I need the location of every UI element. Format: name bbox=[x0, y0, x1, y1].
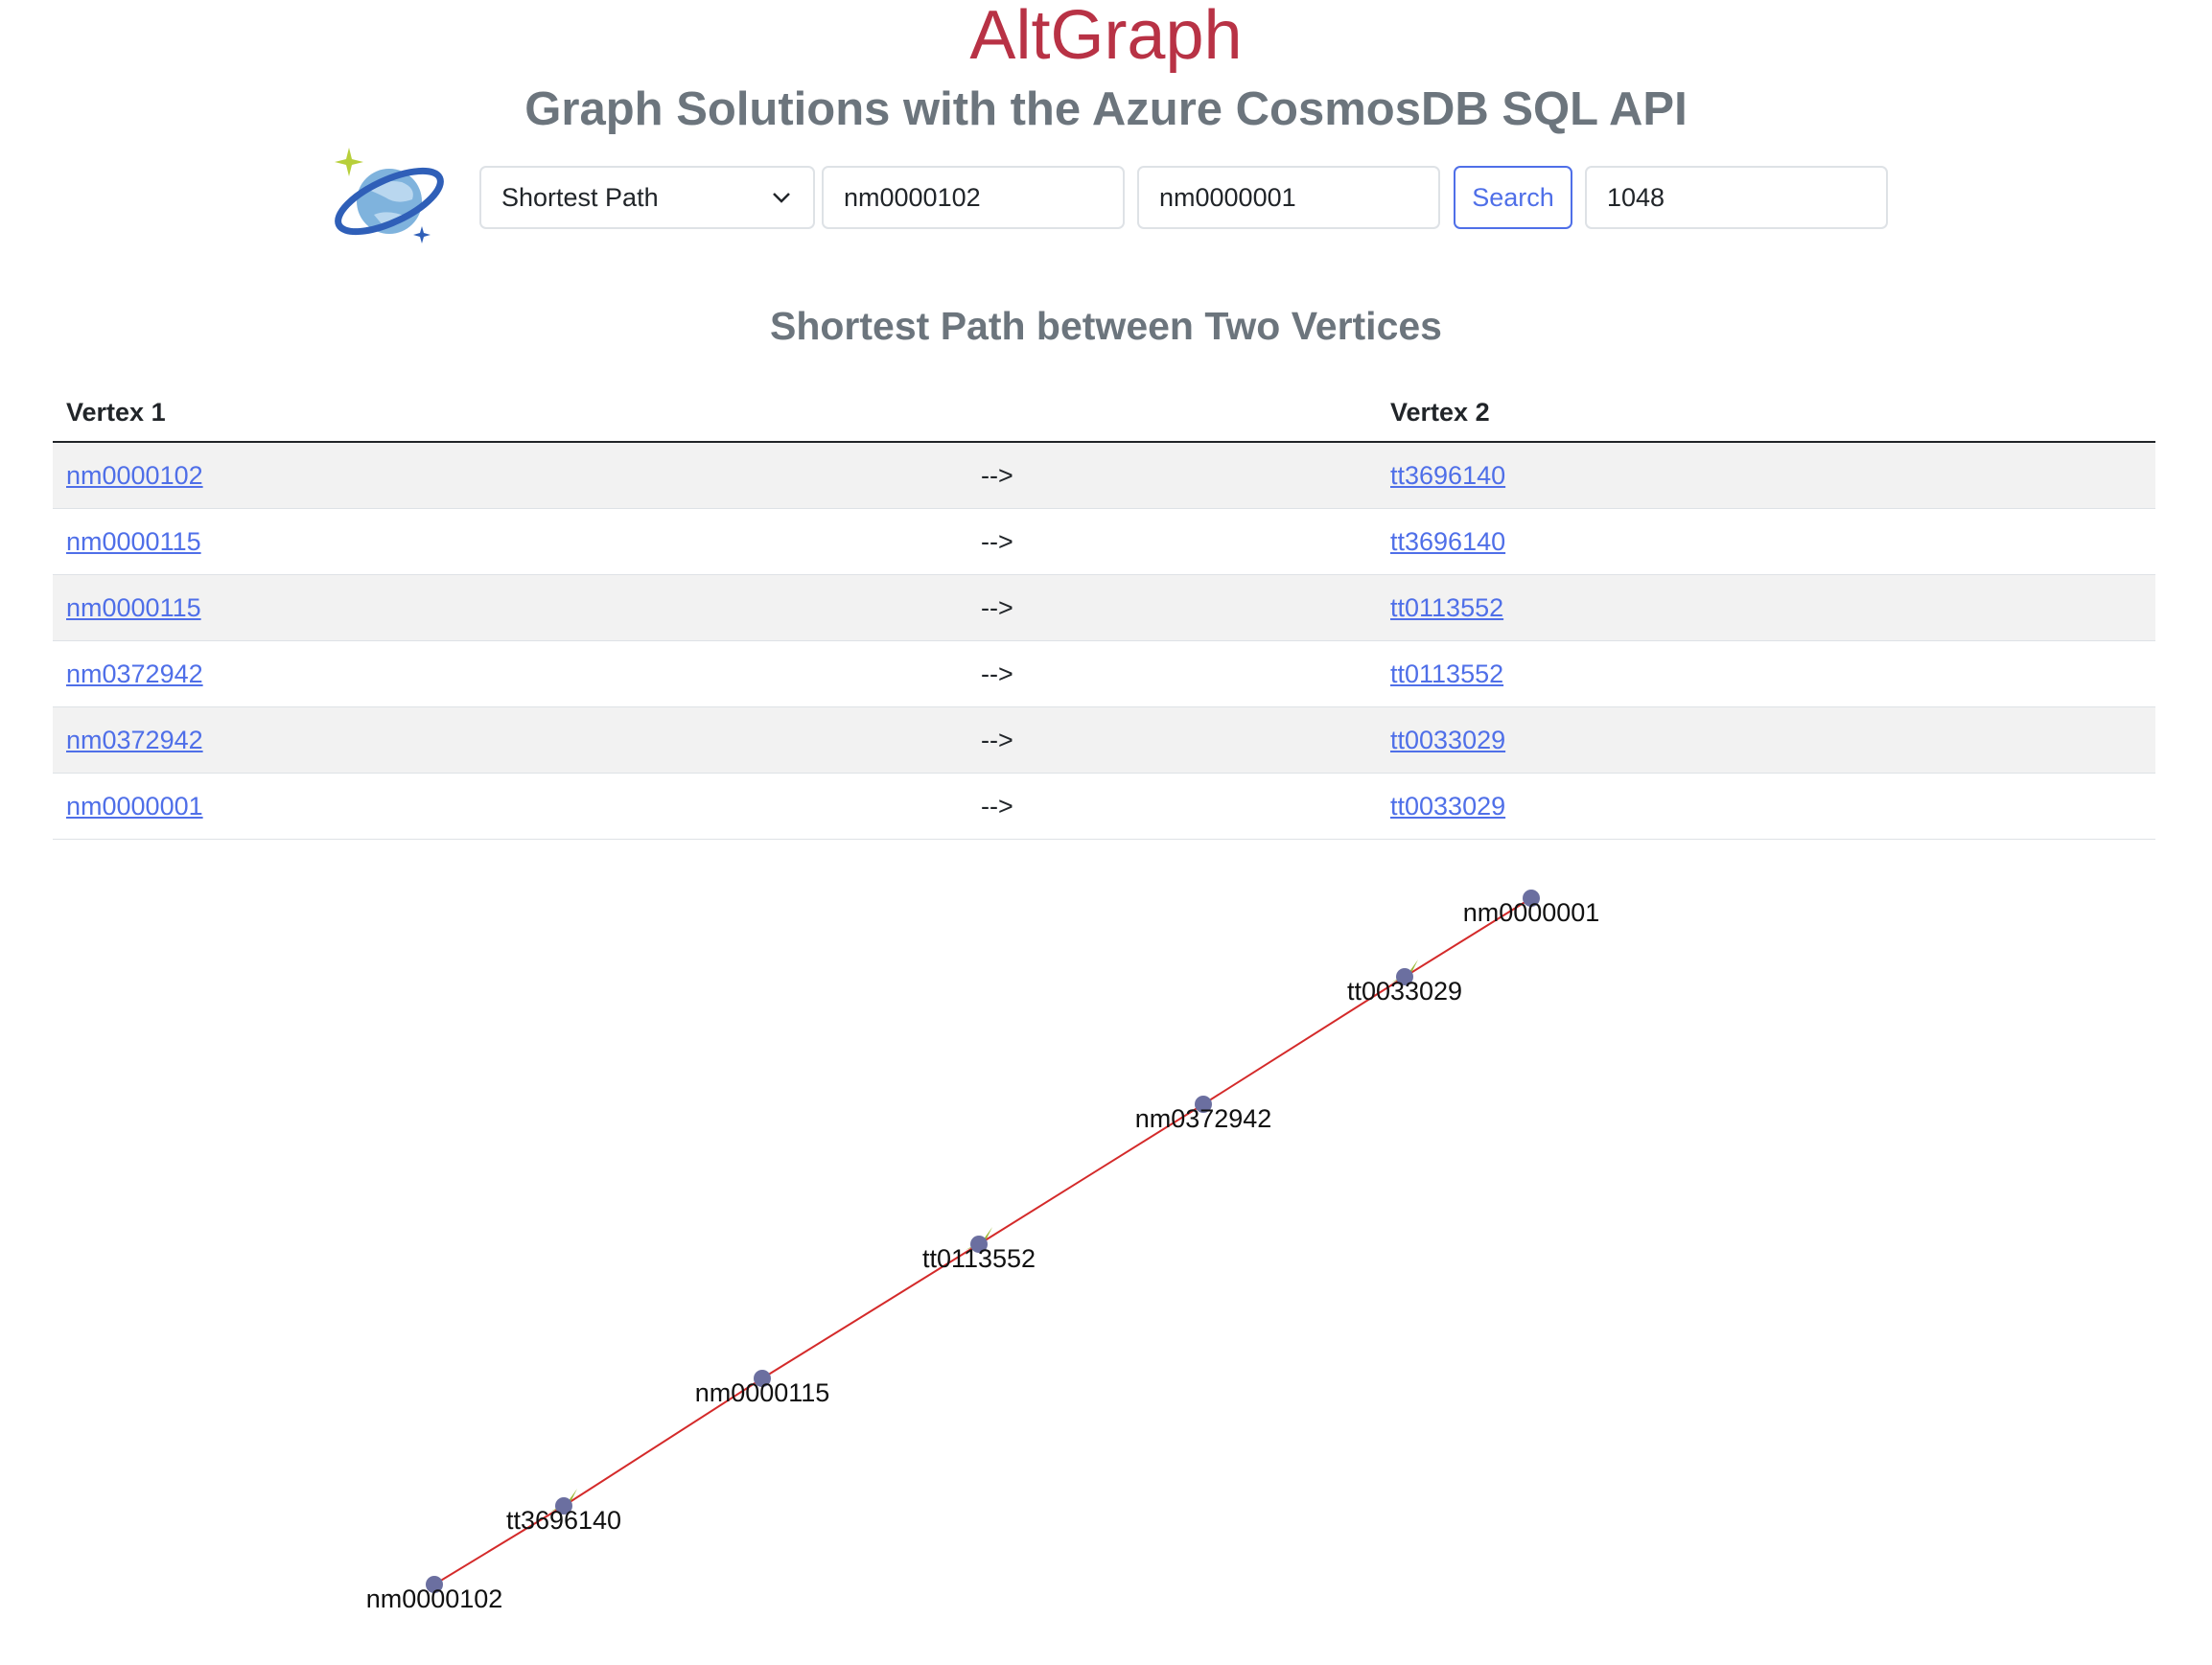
edge-arrow: --> bbox=[967, 706, 1377, 774]
edge-arrow: --> bbox=[967, 574, 1377, 641]
vertex2-link[interactable]: tt3696140 bbox=[1390, 527, 1505, 556]
header-vertex2: Vertex 2 bbox=[1377, 383, 2155, 443]
graph-node-label: nm0000115 bbox=[695, 1378, 830, 1407]
vertex1-link[interactable]: nm0000102 bbox=[66, 461, 203, 490]
table-row: nm0000115 --> tt3696140 bbox=[53, 508, 2155, 575]
shortest-path-table: Vertex 1 Vertex 2 nm0000102 --> tt369614… bbox=[53, 383, 2155, 840]
query-type-select[interactable]: Shortest Path bbox=[479, 166, 815, 229]
app-subtitle: Graph Solutions with the Azure CosmosDB … bbox=[524, 83, 1688, 135]
graph-node-label: tt0113552 bbox=[922, 1244, 1036, 1273]
vertex2-input[interactable]: nm0000001 bbox=[1137, 166, 1440, 229]
table-row: nm0000102 --> tt3696140 bbox=[53, 442, 2155, 509]
graph-node-label: tt0033029 bbox=[1347, 977, 1462, 1006]
table-row: nm0372942 --> tt0033029 bbox=[53, 706, 2155, 774]
edge-arrow: --> bbox=[967, 640, 1377, 707]
table-row: nm0372942 --> tt0113552 bbox=[53, 640, 2155, 707]
vertex2-link[interactable]: tt3696140 bbox=[1390, 461, 1505, 490]
graph-node-label: nm0372942 bbox=[1135, 1104, 1272, 1133]
vertex2-link[interactable]: tt0033029 bbox=[1390, 726, 1505, 754]
table-header-row: Vertex 1 Vertex 2 bbox=[53, 383, 2155, 443]
vertex1-input[interactable]: nm0000102 bbox=[822, 166, 1125, 229]
query-type-value: Shortest Path bbox=[501, 182, 659, 212]
edge-arrow: --> bbox=[967, 773, 1377, 840]
table-row: nm0000115 --> tt0113552 bbox=[53, 574, 2155, 641]
result-count-input[interactable]: 1048 bbox=[1585, 166, 1888, 229]
cosmosdb-logo-icon bbox=[335, 148, 444, 243]
app-title: AltGraph bbox=[969, 0, 1243, 74]
header-arrow bbox=[967, 383, 1377, 443]
edge-arrow: --> bbox=[967, 442, 1377, 509]
graph-node-label: nm0000001 bbox=[1463, 898, 1600, 927]
table-row: nm0000001 --> tt0033029 bbox=[53, 773, 2155, 840]
graph-node-label: tt3696140 bbox=[506, 1506, 621, 1535]
path-graph: nm0000102 tt3696140 nm0000115 tt0113552 nm03… bbox=[366, 890, 1600, 1613]
edge-arrow: --> bbox=[967, 508, 1377, 575]
search-button[interactable]: Search bbox=[1454, 166, 1572, 229]
vertex1-link[interactable]: nm0372942 bbox=[66, 726, 203, 754]
graph-node-label: nm0000102 bbox=[366, 1584, 503, 1613]
chevron-down-icon bbox=[773, 193, 790, 203]
vertex1-link[interactable]: nm0000001 bbox=[66, 792, 203, 821]
vertex1-link[interactable]: nm0000115 bbox=[66, 527, 201, 556]
vertex2-link[interactable]: tt0113552 bbox=[1390, 593, 1503, 622]
vertex1-link[interactable]: nm0372942 bbox=[66, 659, 203, 688]
vertex2-link[interactable]: tt0113552 bbox=[1390, 659, 1503, 688]
vertex1-link[interactable]: nm0000115 bbox=[66, 593, 201, 622]
vertex2-link[interactable]: tt0033029 bbox=[1390, 792, 1505, 821]
section-title: Shortest Path between Two Vertices bbox=[770, 304, 1442, 348]
header-vertex1: Vertex 1 bbox=[53, 383, 967, 443]
